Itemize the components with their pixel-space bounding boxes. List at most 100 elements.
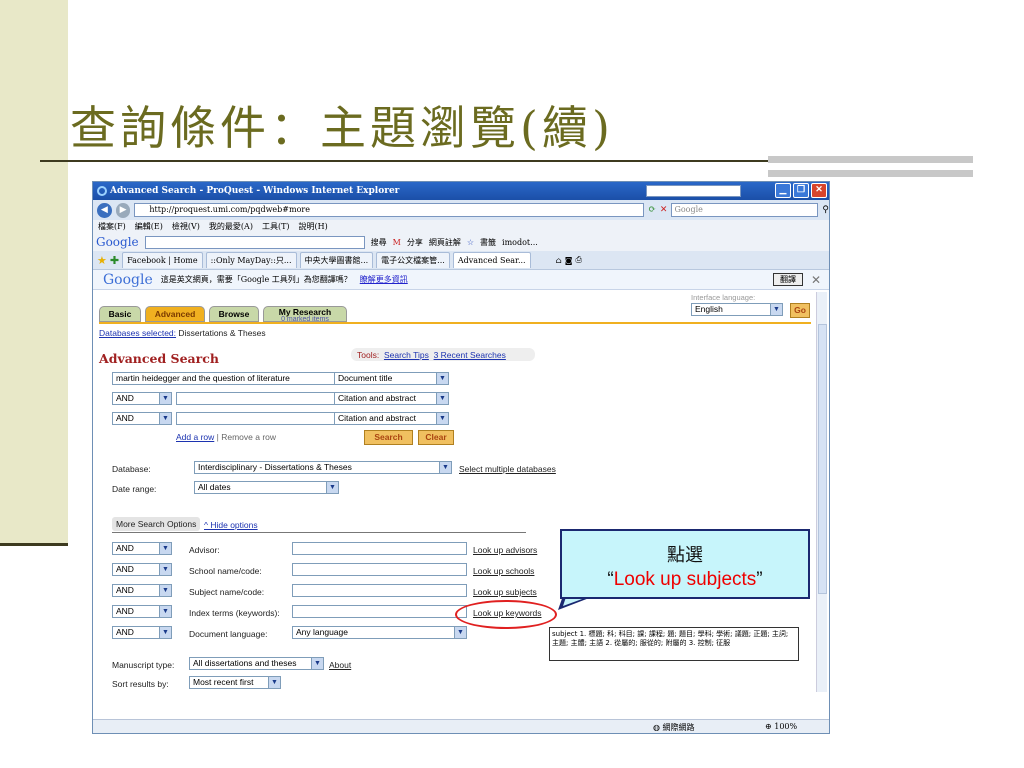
toolbar-share[interactable]: 分享 bbox=[407, 237, 423, 248]
operator-select-3[interactable]: AND ▼ bbox=[112, 412, 172, 425]
about-link[interactable]: About bbox=[329, 660, 351, 670]
tab-library[interactable]: 中央大學圖書館... bbox=[299, 252, 374, 268]
slide-deco-bar bbox=[768, 170, 973, 177]
sort-results-select[interactable]: Most recent first ▼ bbox=[189, 676, 281, 689]
back-icon[interactable]: ◀ bbox=[97, 202, 112, 218]
dictionary-tooltip: subject 1. 標題; 科; 科目; 課; 課程; 題; 題目; 學科; … bbox=[549, 627, 799, 661]
add-favorite-icon[interactable]: ✚ bbox=[110, 254, 119, 267]
favorites-star-icon[interactable]: ★ bbox=[97, 254, 107, 267]
toolbar-annotate[interactable]: 網頁註解 bbox=[429, 237, 461, 248]
translate-close-icon[interactable]: ✕ bbox=[811, 273, 821, 287]
gmail-icon[interactable]: M bbox=[393, 238, 401, 247]
status-bar: ◍ 網際網路 ⊕ 100% bbox=[93, 719, 829, 733]
slide-title: 查詢條件：主題瀏覽(續) bbox=[70, 101, 614, 155]
toolbar-user[interactable]: imodot... bbox=[502, 238, 538, 247]
school-input[interactable] bbox=[292, 563, 467, 576]
look-up-schools-link[interactable]: Look up schools bbox=[473, 566, 534, 576]
select-multiple-databases-link[interactable]: Select multiple databases bbox=[459, 464, 556, 474]
school-operator-select[interactable]: AND ▼ bbox=[112, 563, 172, 576]
look-up-advisors-link[interactable]: Look up advisors bbox=[473, 545, 537, 555]
document-language-select[interactable]: Any language ▼ bbox=[292, 626, 467, 639]
proquest-page: Basic Advanced Browse My Research 0 mark… bbox=[93, 290, 829, 730]
clear-button[interactable]: Clear bbox=[418, 430, 454, 445]
search-term-input-2[interactable] bbox=[176, 392, 357, 405]
translate-button[interactable]: 翻譯 bbox=[773, 273, 803, 286]
menu-help[interactable]: 說明(H) bbox=[299, 220, 328, 233]
minimize-icon[interactable]: ▁ bbox=[775, 183, 791, 198]
field-select-2[interactable]: Citation and abstract ▼ bbox=[334, 392, 449, 405]
advanced-search-heading: Advanced Search bbox=[99, 351, 219, 366]
databases-selected-link[interactable]: Databases selected: bbox=[99, 328, 176, 338]
tab-advanced-search[interactable]: Advanced Sear... bbox=[452, 252, 531, 268]
interface-language-select[interactable]: English ▼ bbox=[691, 303, 783, 316]
menu-view[interactable]: 檢視(V) bbox=[172, 220, 200, 233]
google-toolbar-logo: Google bbox=[96, 235, 139, 249]
tab-mayday[interactable]: ::Only MayDay::只... bbox=[205, 252, 297, 268]
recent-searches-link[interactable]: 3 Recent Searches bbox=[434, 350, 506, 360]
manuscript-type-select[interactable]: All dissertations and theses ▼ bbox=[189, 657, 324, 670]
search-icon[interactable]: ⚲ bbox=[822, 205, 829, 215]
add-row-link[interactable]: Add a row bbox=[176, 432, 214, 442]
keywords-operator-select[interactable]: AND ▼ bbox=[112, 605, 172, 618]
field-select-1[interactable]: Document title ▼ bbox=[334, 372, 449, 385]
tab-docs[interactable]: 電子公文檔案管... bbox=[376, 252, 450, 268]
field-select-3[interactable]: Citation and abstract ▼ bbox=[334, 412, 449, 425]
operator-select-2[interactable]: AND ▼ bbox=[112, 392, 172, 405]
home-icon[interactable]: ⌂ bbox=[556, 256, 562, 265]
date-range-select[interactable]: All dates ▼ bbox=[194, 481, 339, 494]
advisor-label: Advisor: bbox=[189, 545, 220, 555]
maximize-icon[interactable]: ❐ bbox=[793, 183, 809, 198]
toolbar-bookmarks[interactable]: 書籤 bbox=[480, 237, 496, 248]
search-tips-link[interactable]: Search Tips bbox=[384, 350, 429, 360]
slide-left-bar bbox=[0, 0, 68, 543]
menu-favorites[interactable]: 我的最愛(A) bbox=[209, 220, 253, 233]
tab-advanced[interactable]: Advanced bbox=[145, 306, 205, 322]
titlebar-search-box[interactable] bbox=[646, 185, 741, 197]
google-toolbar-input[interactable] bbox=[144, 235, 365, 249]
search-button[interactable]: Search bbox=[364, 430, 413, 445]
look-up-subjects-link[interactable]: Look up subjects bbox=[473, 587, 537, 597]
tab-bar: ★ ✚ Facebook | Home ::Only MayDay::只... … bbox=[93, 251, 829, 270]
database-select[interactable]: Interdisciplinary - Dissertations & Thes… bbox=[194, 461, 452, 474]
search-term-input-1[interactable]: martin heidegger and the question of lit… bbox=[112, 372, 357, 385]
remove-row-text: | Remove a row bbox=[216, 432, 277, 442]
url-input[interactable]: http://proquest.umi.com/pqdweb#more bbox=[134, 203, 645, 217]
menu-file[interactable]: 檔案(F) bbox=[98, 220, 126, 233]
google-search-input[interactable]: Google bbox=[671, 203, 819, 217]
interface-language-label: Interface language: bbox=[691, 293, 756, 302]
tab-my-research[interactable]: My Research 0 marked items bbox=[263, 306, 347, 323]
language-operator-select[interactable]: AND ▼ bbox=[112, 626, 172, 639]
stop-icon[interactable]: ✕ bbox=[660, 205, 668, 215]
advisor-operator-select[interactable]: AND ▼ bbox=[112, 542, 172, 555]
status-zoom[interactable]: ⊕ 100% bbox=[765, 722, 797, 731]
advisor-input[interactable] bbox=[292, 542, 467, 555]
window-titlebar: Advanced Search - ProQuest - Windows Int… bbox=[93, 182, 829, 200]
translate-message: 這是英文網頁，需要「Google 工具列」為您翻譯嗎？ bbox=[160, 275, 352, 284]
toolbar-search[interactable]: 搜尋 bbox=[371, 237, 387, 248]
forward-icon[interactable]: ▶ bbox=[115, 202, 131, 218]
close-icon[interactable]: ✕ bbox=[811, 183, 827, 198]
index-terms-input[interactable] bbox=[292, 605, 467, 618]
tab-basic[interactable]: Basic bbox=[99, 306, 141, 322]
menu-edit[interactable]: 編輯(E) bbox=[135, 220, 163, 233]
school-label: School name/code: bbox=[189, 566, 262, 576]
databases-selected-row: Databases selected: Dissertations & Thes… bbox=[99, 328, 266, 338]
subject-label: Subject name/code: bbox=[189, 587, 265, 597]
my-research-label: My Research bbox=[278, 307, 332, 317]
menu-tools[interactable]: 工具(T) bbox=[262, 220, 290, 233]
translate-learn-more[interactable]: 瞭解更多資訊 bbox=[360, 274, 408, 285]
tab-facebook[interactable]: Facebook | Home bbox=[122, 252, 203, 268]
print-icon[interactable]: ⎙ bbox=[575, 255, 581, 265]
vertical-scrollbar[interactable] bbox=[816, 292, 827, 692]
tools-label: Tools: bbox=[357, 350, 380, 360]
rss-icon[interactable]: ◙ bbox=[565, 256, 573, 265]
search-term-input-3[interactable] bbox=[176, 412, 357, 425]
subject-input[interactable] bbox=[292, 584, 467, 597]
go-button[interactable]: Go bbox=[790, 303, 810, 318]
row-actions: Add a row | Remove a row bbox=[176, 432, 276, 442]
star-icon[interactable]: ☆ bbox=[467, 238, 474, 247]
tab-browse[interactable]: Browse bbox=[209, 306, 259, 322]
hide-options-link[interactable]: ^ Hide options bbox=[204, 520, 258, 530]
refresh-icon[interactable]: ⟳ bbox=[648, 205, 656, 215]
subject-operator-select[interactable]: AND ▼ bbox=[112, 584, 172, 597]
